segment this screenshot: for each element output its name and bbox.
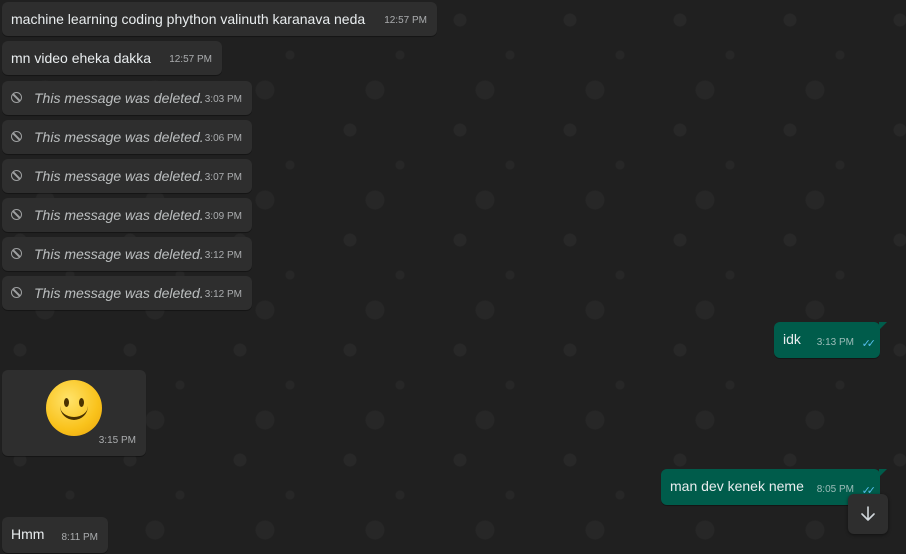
message-text: Hmm xyxy=(11,526,45,542)
ban-icon xyxy=(11,92,22,103)
message-text: This message was deleted. xyxy=(34,207,204,223)
message-text: mn video eheka dakka xyxy=(11,50,152,66)
message-deleted[interactable]: This message was deleted. 3:09 PM xyxy=(2,198,252,232)
ban-icon xyxy=(11,131,22,142)
message-text: This message was deleted. xyxy=(34,129,204,145)
message-incoming[interactable]: mn video eheka dakka 12:57 PM xyxy=(2,41,222,75)
message-time: 3:03 PM xyxy=(204,94,242,105)
ban-icon xyxy=(11,209,22,220)
message-text: This message was deleted. xyxy=(34,285,204,301)
message-incoming[interactable]: Hmm 8:11 PM xyxy=(2,517,108,553)
arrow-down-icon xyxy=(861,506,875,521)
message-deleted[interactable]: This message was deleted. 3:12 PM xyxy=(2,237,252,271)
message-text: This message was deleted. xyxy=(34,246,204,262)
message-time: 3:12 PM xyxy=(204,250,242,261)
message-time: 3:09 PM xyxy=(204,211,242,222)
message-deleted[interactable]: This message was deleted. 3:07 PM xyxy=(2,159,252,193)
scroll-to-bottom-button[interactable] xyxy=(848,494,888,534)
ban-icon xyxy=(11,170,22,181)
ban-icon xyxy=(11,287,22,298)
slightly-smiling-face-icon xyxy=(46,380,102,436)
message-time: 3:13 PM xyxy=(816,337,854,348)
message-deleted[interactable]: This message was deleted. 3:06 PM xyxy=(2,120,252,154)
ban-icon xyxy=(11,248,22,259)
message-text: idk xyxy=(783,331,801,347)
message-text: machine learning coding phython valinuth… xyxy=(11,11,366,27)
message-incoming[interactable]: machine learning coding phython valinuth… xyxy=(2,2,437,36)
message-time: 3:07 PM xyxy=(204,172,242,183)
message-time: 8:11 PM xyxy=(61,532,99,543)
message-time: 12:57 PM xyxy=(169,54,212,65)
message-text: This message was deleted. xyxy=(34,90,204,106)
message-deleted[interactable]: This message was deleted. 3:12 PM xyxy=(2,276,252,310)
message-incoming-emoji[interactable]: 3:15 PM xyxy=(2,370,146,456)
message-time: 3:12 PM xyxy=(204,289,242,300)
message-text: This message was deleted. xyxy=(34,168,204,184)
message-time: 12:57 PM xyxy=(384,15,427,26)
double-check-icon: ✓✓ xyxy=(861,338,877,350)
message-deleted[interactable]: This message was deleted. 3:03 PM xyxy=(2,81,252,115)
message-time: 3:15 PM xyxy=(98,435,136,446)
message-outgoing[interactable]: idk 3:13 PM ✓✓ xyxy=(774,322,887,358)
message-time: 3:06 PM xyxy=(204,133,242,144)
message-text: man dev kenek neme xyxy=(670,478,804,494)
